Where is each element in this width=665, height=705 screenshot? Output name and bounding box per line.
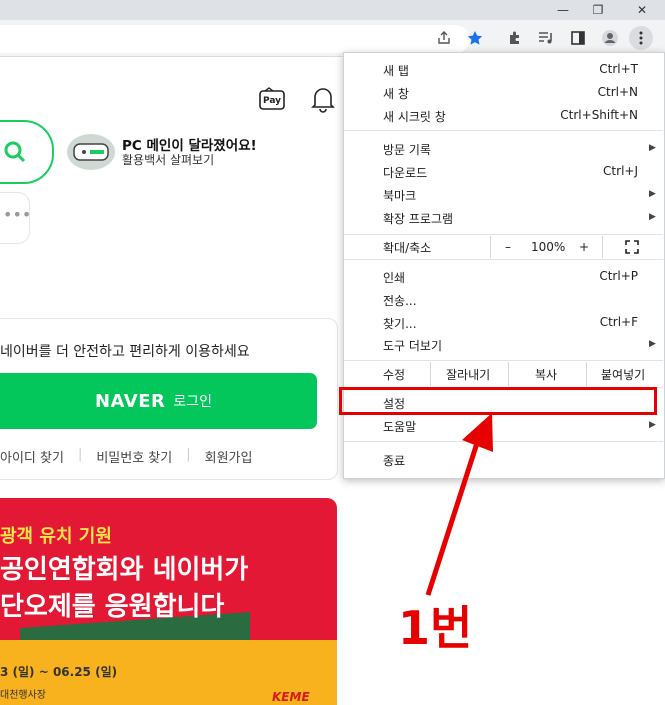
promo-subtitle[interactable]: 활용백서 살펴보기 <box>122 151 214 168</box>
fullscreen-icon[interactable] <box>625 236 639 258</box>
menu-new-window[interactable]: 새 창 <box>383 85 409 102</box>
share-icon[interactable] <box>432 26 456 50</box>
submenu-arrow-icon: ▶ <box>649 143 656 153</box>
login-links: 아이디 찾기 | 비밀번호 찾기 | 회원가입 <box>0 447 252 466</box>
minimize-icon[interactable]: — <box>543 0 583 20</box>
zoom-separator <box>602 236 603 258</box>
side-panel-icon[interactable] <box>566 26 590 50</box>
kebab-menu-icon <box>639 31 643 45</box>
banner-logo: KEME <box>272 690 310 704</box>
find-id-link[interactable]: 아이디 찾기 <box>0 447 64 466</box>
restore-icon[interactable]: ❐ <box>578 0 618 20</box>
link-divider: | <box>77 447 83 462</box>
link-divider: | <box>186 447 191 462</box>
banner-line-3: 단오제를 응원합니다 <box>0 592 225 622</box>
banner-line-1: 광객 유치 기원 <box>0 526 112 547</box>
menu-divider <box>344 234 663 235</box>
cut-button[interactable]: 잘라내기 <box>446 362 490 386</box>
menu-downloads[interactable]: 다운로드 <box>383 164 427 181</box>
annotation-label: 1번 <box>398 601 473 655</box>
naver-logo: NAVER <box>94 390 166 412</box>
shortcut-print: Ctrl+P <box>599 269 638 283</box>
menu-divider <box>344 130 663 131</box>
menu-print[interactable]: 인쇄 <box>383 269 405 286</box>
profile-avatar-icon[interactable] <box>598 26 622 50</box>
submenu-arrow-icon: ▶ <box>649 339 656 349</box>
menu-bookmarks[interactable]: 북마크 <box>383 187 416 204</box>
pay-label: Pay <box>263 96 282 106</box>
paste-button[interactable]: 붙여넣기 <box>601 362 645 386</box>
menu-divider <box>344 360 663 361</box>
banner-place: 대천행사장 <box>0 690 46 701</box>
chrome-menu-button[interactable] <box>629 26 653 50</box>
banner-line-2: 공인연합회와 네이버가 <box>0 555 249 585</box>
naver-login-button[interactable]: NAVER 로그인 <box>0 373 317 429</box>
zoom-row: 확대/축소 – 100% + <box>344 236 663 258</box>
shortcut-new-incognito: Ctrl+Shift+N <box>560 108 638 122</box>
notification-bell-icon[interactable] <box>308 84 338 114</box>
more-services-button[interactable]: ••• <box>0 192 32 244</box>
edit-separator <box>430 362 431 386</box>
menu-zoom-label: 확대/축소 <box>383 240 432 255</box>
edit-separator <box>586 362 587 386</box>
shortcut-downloads: Ctrl+J <box>603 164 638 178</box>
shortcut-new-tab: Ctrl+T <box>599 62 638 76</box>
annotation-arrow-icon <box>425 413 493 596</box>
banner-date: 3 (일) ~ 06.25 (일) <box>0 665 118 679</box>
shortcut-new-window: Ctrl+N <box>597 85 638 99</box>
search-button[interactable] <box>0 120 54 184</box>
login-label: 로그인 <box>173 394 212 410</box>
shortcut-find: Ctrl+F <box>599 315 638 329</box>
address-bar[interactable] <box>0 25 470 53</box>
find-password-link[interactable]: 비밀번호 찾기 <box>96 447 172 466</box>
menu-edit-label: 수정 <box>383 367 406 382</box>
copy-button[interactable]: 복사 <box>535 362 557 386</box>
submenu-arrow-icon: ▶ <box>649 212 656 222</box>
menu-new-incognito[interactable]: 새 시크릿 창 <box>383 108 446 125</box>
menu-cast[interactable]: 전송... <box>383 292 417 309</box>
edit-row: 수정 잘라내기 복사 붙여넣기 <box>344 362 663 386</box>
submenu-arrow-icon: ▶ <box>649 189 656 199</box>
promo-character-icon[interactable] <box>66 130 116 170</box>
signup-link[interactable]: 회원가입 <box>205 447 253 466</box>
menu-history[interactable]: 방문 기록 <box>383 141 431 158</box>
menu-more-tools[interactable]: 도구 더보기 <box>383 337 442 354</box>
search-icon <box>4 141 26 163</box>
zoom-in-button[interactable]: + <box>579 236 589 258</box>
menu-divider <box>344 259 663 260</box>
menu-new-tab[interactable]: 새 탭 <box>383 62 409 79</box>
zoom-separator <box>490 236 491 258</box>
menu-extensions[interactable]: 확장 프로그램 <box>383 210 453 227</box>
submenu-arrow-icon: ▶ <box>649 420 656 430</box>
media-queue-icon[interactable] <box>534 26 558 50</box>
edit-separator <box>508 362 509 386</box>
zoom-out-button[interactable]: – <box>505 236 511 258</box>
menu-find[interactable]: 찾기... <box>383 315 417 332</box>
extensions-puzzle-icon[interactable] <box>503 26 527 50</box>
close-icon[interactable]: ✕ <box>622 0 662 20</box>
zoom-value: 100% <box>531 240 566 254</box>
login-message: 네이버를 더 안전하고 편리하게 이용하세요 <box>0 344 250 360</box>
more-dots-icon: ••• <box>3 205 32 224</box>
bookmark-star-icon[interactable] <box>463 26 487 50</box>
naver-pay-icon[interactable]: Pay <box>257 84 287 114</box>
